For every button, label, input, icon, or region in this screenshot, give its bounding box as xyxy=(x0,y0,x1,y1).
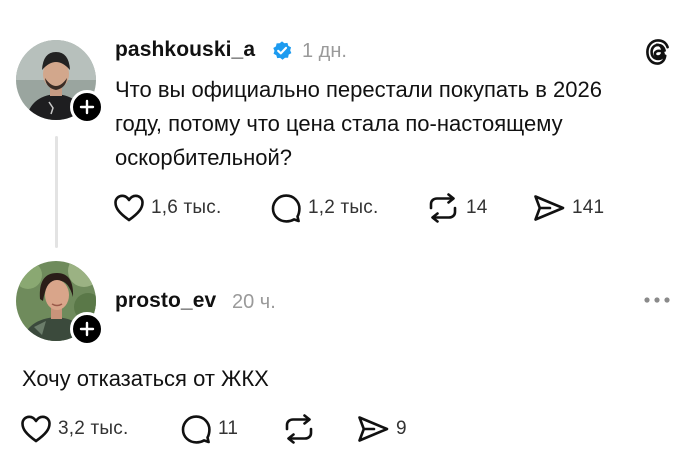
like-button[interactable]: 3,2 тыс. xyxy=(20,411,128,447)
post-timestamp: 1 дн. xyxy=(302,40,347,62)
speech-bubble-icon xyxy=(181,415,211,444)
threads-logo-icon xyxy=(646,39,669,65)
post-text-line: Что вы официально перестали покупать в 2… xyxy=(115,77,602,102)
more-dots-icon[interactable] xyxy=(641,292,673,308)
like-button[interactable]: 1,6 тыс. xyxy=(113,190,221,226)
share-button[interactable]: 9 xyxy=(356,411,407,447)
follow-button-prosto-ev[interactable] xyxy=(70,312,104,346)
follow-button-pashkouski[interactable] xyxy=(70,90,104,124)
repost-arrows-icon xyxy=(285,414,313,444)
plus-icon xyxy=(79,321,95,337)
send-icon xyxy=(358,416,389,442)
username[interactable]: prosto_ev xyxy=(115,289,216,313)
heart-icon xyxy=(114,194,144,222)
plus-icon xyxy=(79,99,95,115)
like-count: 1,6 тыс. xyxy=(151,197,222,218)
post-text-line: оскорбительной? xyxy=(115,145,293,170)
post-text: Что вы официально перестали покупать в 2… xyxy=(115,73,675,175)
share-button[interactable]: 141 xyxy=(532,190,604,226)
share-count: 9 xyxy=(396,418,407,439)
username[interactable]: pashkouski_a xyxy=(115,38,255,62)
thread-connector-line xyxy=(55,136,58,248)
verified-badge-icon xyxy=(273,41,292,60)
repost-count: 14 xyxy=(466,197,488,218)
heart-icon xyxy=(21,415,51,443)
like-count: 3,2 тыс. xyxy=(58,418,129,439)
reply-count: 11 xyxy=(218,418,239,439)
reply-count: 1,2 тыс. xyxy=(308,197,379,218)
repost-button[interactable]: 14 xyxy=(426,190,488,226)
reply-button[interactable]: 11 xyxy=(180,411,238,447)
repost-arrows-icon xyxy=(429,193,457,223)
post-timestamp: 20 ч. xyxy=(232,291,276,313)
share-count: 141 xyxy=(572,197,605,218)
post-text: Хочу отказаться от ЖКХ xyxy=(22,366,269,391)
send-icon xyxy=(534,195,565,221)
speech-bubble-icon xyxy=(271,194,301,223)
reply-button[interactable]: 1,2 тыс. xyxy=(270,190,378,226)
post-text-line: году, потому что цена стала по-настоящем… xyxy=(115,111,563,136)
repost-button[interactable] xyxy=(282,411,316,447)
